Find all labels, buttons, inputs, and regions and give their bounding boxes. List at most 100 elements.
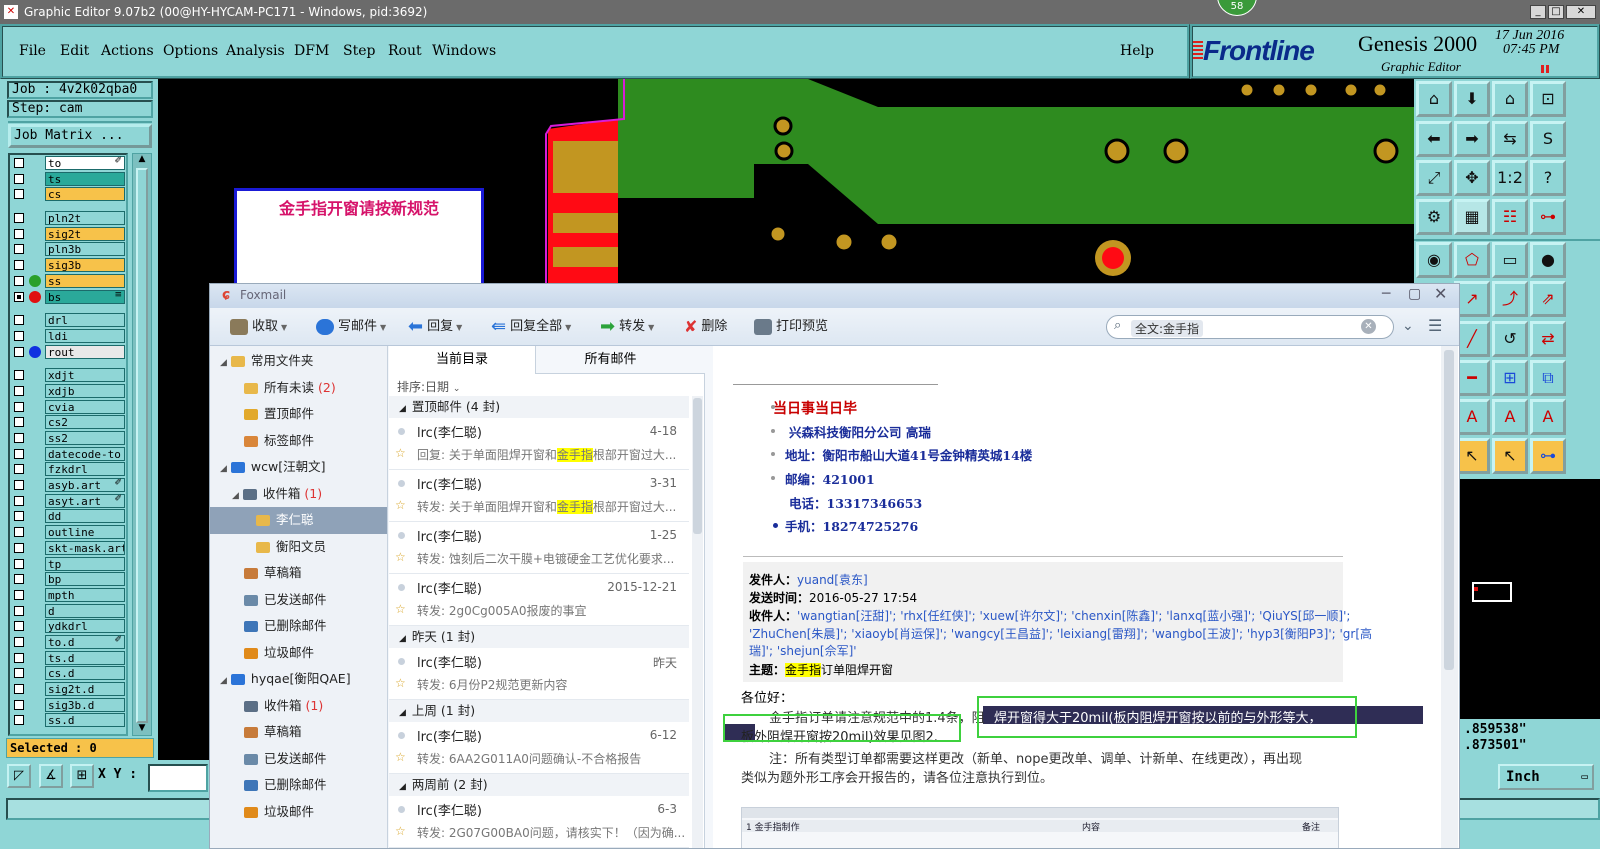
list-item[interactable]: ☆ lrc(李仁聪) 6-12 转发: 6AA2G011A0问题确认-不合格报告 bbox=[389, 722, 689, 774]
move-icon[interactable]: ✥ bbox=[1454, 160, 1490, 196]
fm-close-button[interactable]: ✕ bbox=[1434, 284, 1447, 303]
layer-row[interactable]: cs.d bbox=[10, 665, 126, 681]
compose-button[interactable]: 写邮件 ▼ bbox=[316, 308, 386, 346]
layer-name[interactable]: fzkdrl bbox=[45, 462, 125, 477]
menu-analysis[interactable]: Analysis bbox=[226, 43, 285, 59]
add-pad-icon[interactable]: ⤴ bbox=[1492, 281, 1528, 317]
print-preview-button[interactable]: 打印预览 bbox=[754, 308, 828, 346]
layer-row[interactable]: drl bbox=[10, 312, 126, 328]
layer-name[interactable]: cs.d bbox=[45, 666, 125, 681]
layer-row[interactable]: rout bbox=[10, 344, 126, 360]
menu-help[interactable]: Help bbox=[1120, 43, 1154, 59]
layer-checkbox[interactable] bbox=[14, 621, 24, 632]
layer-row[interactable]: ydkdrl bbox=[10, 618, 126, 634]
text-a2-icon[interactable]: A bbox=[1492, 399, 1528, 435]
layer-name[interactable]: asyt.art bbox=[45, 493, 125, 508]
sort-selector[interactable]: 排序:日期 ⌄ bbox=[397, 378, 460, 395]
grid-icon[interactable]: ⊞ bbox=[70, 764, 94, 788]
layer-name[interactable]: pln3b bbox=[45, 242, 125, 257]
select-polygon-icon[interactable]: ⬠ bbox=[1454, 242, 1490, 278]
layer-checkbox[interactable] bbox=[14, 448, 24, 459]
star-icon[interactable]: ☆ bbox=[395, 750, 406, 764]
layers-icon[interactable]: ☷ bbox=[1492, 199, 1528, 235]
layer-name[interactable]: ts bbox=[45, 171, 125, 186]
layer-checkbox[interactable] bbox=[14, 652, 24, 663]
layer-checkbox[interactable] bbox=[14, 291, 24, 302]
clear-search-icon[interactable]: ✕ bbox=[1361, 319, 1376, 334]
layer-checkbox[interactable] bbox=[14, 330, 24, 341]
home-icon[interactable]: ⌂ bbox=[1416, 81, 1452, 117]
layer-row[interactable]: skt-mask.art bbox=[10, 540, 126, 556]
menu-step[interactable]: Step bbox=[343, 43, 375, 59]
folder-item[interactable]: 置顶邮件 bbox=[210, 401, 387, 428]
star-icon[interactable]: ☆ bbox=[395, 446, 406, 460]
search-box[interactable]: ⌕ 全文:金手指 ✕ bbox=[1106, 315, 1394, 339]
expand-icon[interactable]: ◢ bbox=[220, 676, 227, 686]
layer-checkbox[interactable] bbox=[14, 574, 24, 585]
swap-icon[interactable]: ⇆ bbox=[1492, 121, 1528, 157]
folder-item[interactable]: ◢ hyqae[衡阳QAE] bbox=[210, 666, 387, 693]
delete-button[interactable]: ✘ 删除 bbox=[684, 308, 727, 346]
fm-maximize-button[interactable]: ▢ bbox=[1408, 286, 1421, 302]
star-icon[interactable]: ☆ bbox=[395, 824, 406, 838]
layer-checkbox[interactable] bbox=[14, 401, 24, 412]
layer-name[interactable]: pln2t bbox=[45, 211, 125, 226]
layer-scrollbar[interactable]: ▲ ▼ bbox=[132, 153, 152, 736]
job-matrix-button[interactable]: Job Matrix ... bbox=[8, 124, 152, 148]
layer-row[interactable]: d bbox=[10, 603, 126, 619]
zoom-fit-icon[interactable]: ⤢ bbox=[1416, 160, 1452, 196]
star-icon[interactable]: ☆ bbox=[395, 602, 406, 616]
text-a3-icon[interactable]: A bbox=[1530, 399, 1566, 435]
layer-checkbox[interactable] bbox=[14, 605, 24, 616]
layer-checkbox[interactable] bbox=[14, 346, 24, 357]
layer-name[interactable]: skt-mask.art bbox=[45, 540, 125, 555]
message-group-header[interactable]: ◢ 上周 (1 封) bbox=[389, 700, 689, 722]
layer-name[interactable]: drl bbox=[45, 313, 125, 328]
layer-name[interactable]: to.d bbox=[45, 634, 125, 649]
reply-all-button[interactable]: ⇚ 回复全部 ▼ bbox=[491, 308, 571, 346]
folder-item[interactable]: 垃圾邮件 bbox=[210, 799, 387, 826]
units-select[interactable]: Inch ▭ bbox=[1498, 764, 1594, 790]
folder-item[interactable]: 草稿箱 bbox=[210, 560, 387, 587]
help-icon[interactable]: ? bbox=[1530, 160, 1566, 196]
close-button[interactable]: ✕ bbox=[1566, 5, 1596, 19]
menu-icon[interactable]: ☰ bbox=[1428, 316, 1442, 335]
list-scroll-thumb[interactable] bbox=[693, 398, 702, 534]
layer-checkbox[interactable] bbox=[14, 173, 24, 184]
layer-list[interactable]: to ✐ ts cs pln2t sig2t pln3b sig3b ss bs ≡ drl ldi ro… bbox=[8, 153, 128, 736]
layer-name[interactable]: mpth bbox=[45, 587, 125, 602]
layer-row[interactable]: fzkdrl bbox=[10, 461, 126, 477]
layer-name[interactable]: d bbox=[45, 603, 125, 618]
folder-item[interactable]: ◢ 常用文件夹 bbox=[210, 348, 387, 375]
message-group-header[interactable]: ◢ 昨天 (1 封) bbox=[389, 626, 689, 648]
settings-icon[interactable]: ⚙ bbox=[1416, 199, 1452, 235]
scale-icon[interactable]: 1:2 bbox=[1492, 160, 1528, 196]
message-group-header[interactable]: ◢ 两周前 (2 封) bbox=[389, 774, 689, 796]
layer-row[interactable]: asyt.art ✐ bbox=[10, 493, 126, 509]
menu-dfm[interactable]: DFM bbox=[294, 43, 329, 59]
layer-checkbox[interactable] bbox=[14, 158, 24, 168]
layer-name[interactable]: outline bbox=[45, 525, 125, 540]
folder-item[interactable]: 收件箱 (1) bbox=[210, 693, 387, 720]
layer-name[interactable]: cs2 bbox=[45, 415, 125, 430]
layer-checkbox[interactable] bbox=[14, 433, 24, 443]
minimize-button[interactable]: _ bbox=[1530, 5, 1546, 19]
layer-name[interactable]: rout bbox=[45, 344, 125, 359]
layer-name[interactable]: sig3b.d bbox=[45, 697, 125, 712]
layer-row[interactable]: sig3b.d bbox=[10, 697, 126, 713]
folder-item[interactable]: 已发送邮件 bbox=[210, 746, 387, 773]
folder-item[interactable]: 垃圾邮件 bbox=[210, 640, 387, 667]
folder-item[interactable]: 已删除邮件 bbox=[210, 613, 387, 640]
folder-item[interactable]: 李仁聪 bbox=[210, 507, 387, 534]
layer-row[interactable]: ldi bbox=[10, 328, 126, 344]
layer-checkbox[interactable] bbox=[14, 213, 24, 224]
layer-checkbox[interactable] bbox=[14, 385, 24, 396]
layer-row[interactable]: datecode-to bbox=[10, 446, 126, 462]
star-icon[interactable]: ☆ bbox=[395, 550, 406, 564]
house-icon[interactable]: ⌂ bbox=[1492, 81, 1528, 117]
layer-row[interactable]: ss.d bbox=[10, 712, 126, 728]
mini-canvas[interactable] bbox=[1460, 479, 1600, 719]
scroll-thumb[interactable] bbox=[136, 168, 148, 723]
layer-checkbox[interactable] bbox=[14, 244, 24, 255]
menu-actions[interactable]: Actions bbox=[101, 43, 154, 59]
